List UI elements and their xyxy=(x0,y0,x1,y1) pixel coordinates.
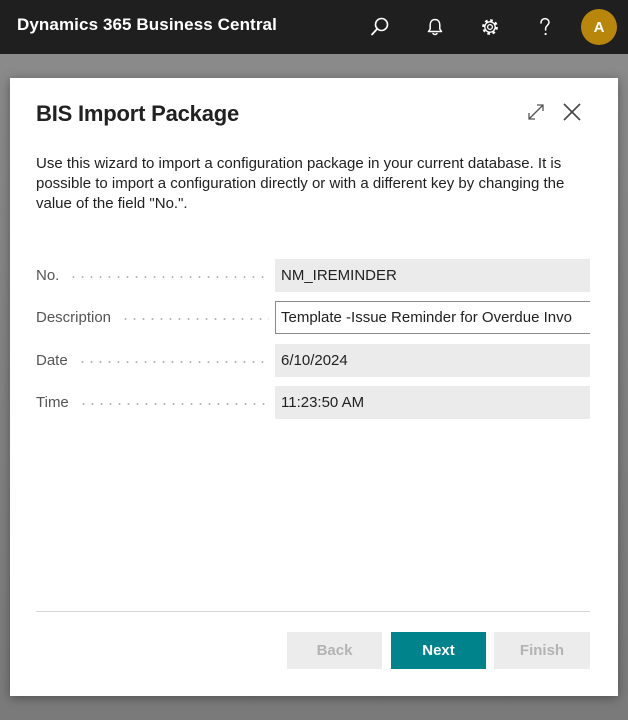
field-label-text: Time xyxy=(36,394,69,411)
field-label-time: Time xyxy=(36,386,275,419)
bell-icon[interactable] xyxy=(421,13,449,41)
intro-text: Use this wizard to import a configuratio… xyxy=(36,155,565,212)
search-icon[interactable] xyxy=(366,13,394,41)
next-button[interactable]: Next xyxy=(391,632,486,669)
field-row-date: Date 6/10/2024 xyxy=(36,344,590,377)
date-field: 6/10/2024 xyxy=(275,344,590,377)
expand-icon[interactable] xyxy=(526,102,546,122)
field-label-date: Date xyxy=(36,344,275,377)
leader-dots xyxy=(121,317,269,320)
field-row-time: Time 11:23:50 AM xyxy=(36,386,590,419)
leader-dots xyxy=(78,402,269,405)
field-label-text: Date xyxy=(36,352,68,369)
field-label-text: Description xyxy=(36,309,112,326)
footer-divider xyxy=(36,611,590,612)
dialog-title: BIS Import Package xyxy=(36,101,240,126)
field-label-description: Description xyxy=(36,301,275,334)
no-field: NM_IREMINDER xyxy=(275,259,590,292)
close-icon[interactable] xyxy=(560,100,584,124)
help-icon[interactable] xyxy=(531,13,559,41)
description-field[interactable]: Template -Issue Reminder for Overdue Inv… xyxy=(275,301,590,334)
field-row-no: No. NM_IREMINDER xyxy=(36,259,590,292)
time-field: 11:23:50 AM xyxy=(275,386,590,419)
leader-dots xyxy=(77,360,269,363)
gear-icon[interactable] xyxy=(476,13,504,41)
import-package-dialog: BIS Import Package Use this wizard to im… xyxy=(10,78,618,696)
back-button[interactable]: Back xyxy=(287,632,382,669)
top-bar: Dynamics 365 Business Central A xyxy=(0,0,628,54)
field-label-no: No. xyxy=(36,259,275,292)
field-label-text: No. xyxy=(36,267,60,284)
field-row-description: Description Template -Issue Reminder for… xyxy=(36,301,590,334)
leader-dots xyxy=(69,275,269,278)
user-avatar[interactable]: A xyxy=(581,9,617,45)
app-title[interactable]: Dynamics 365 Business Central xyxy=(17,15,277,35)
finish-button[interactable]: Finish xyxy=(494,632,590,669)
